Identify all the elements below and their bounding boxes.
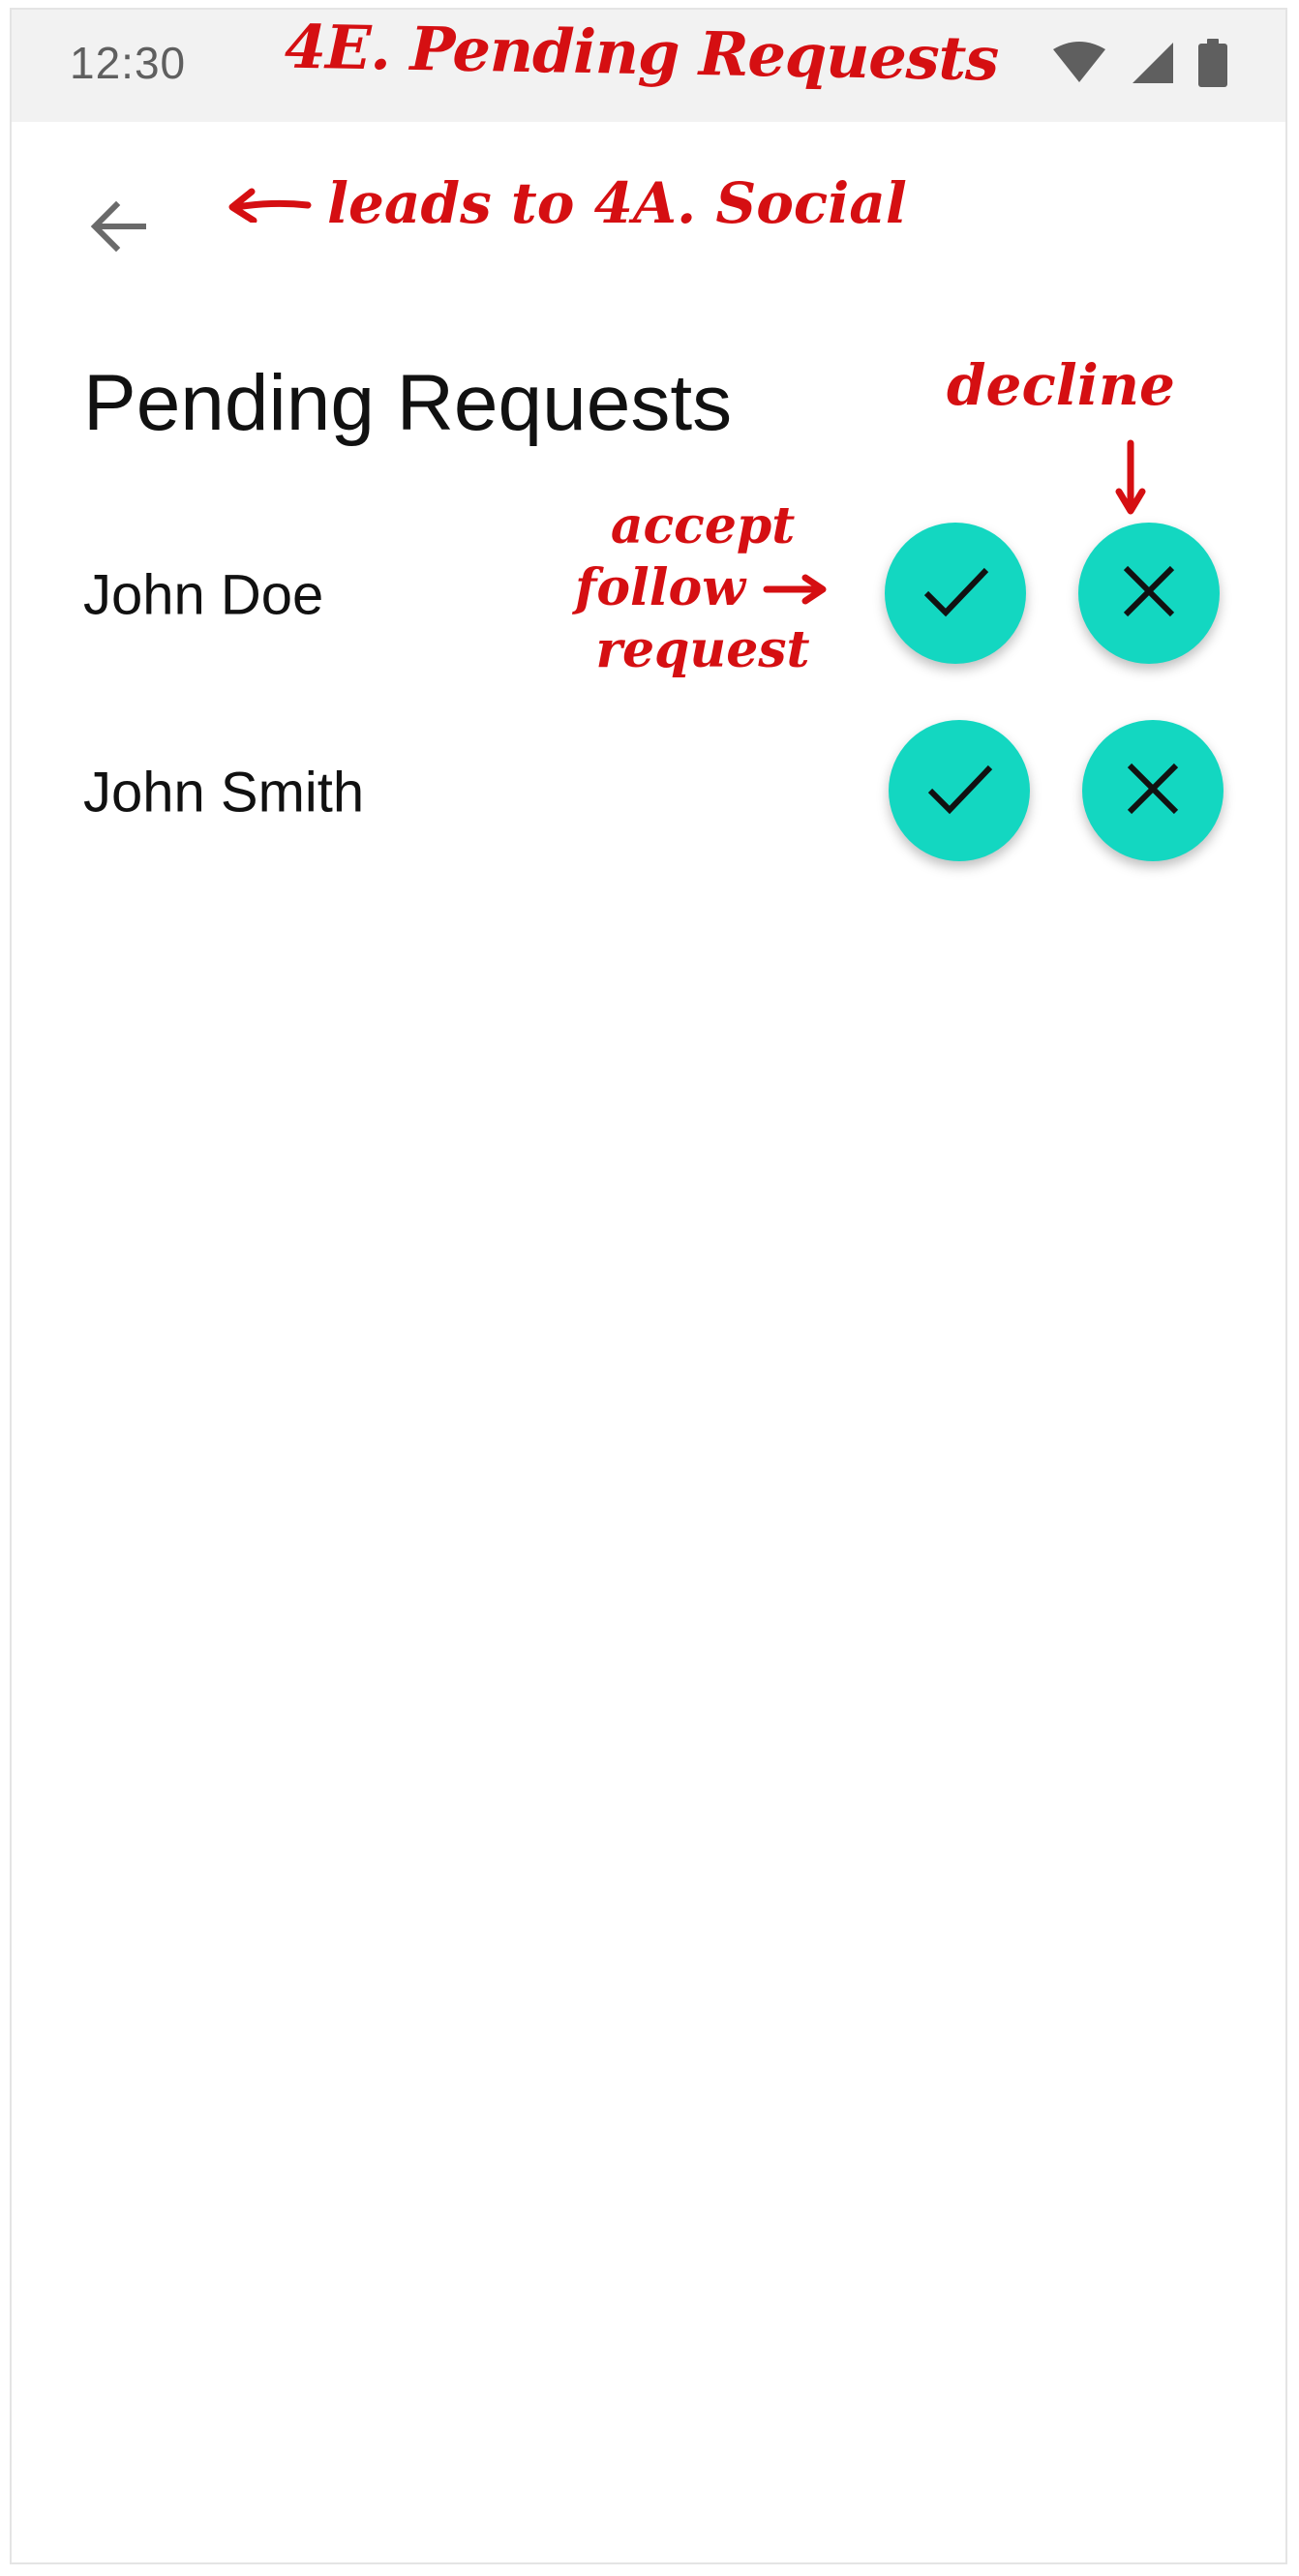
decline-button[interactable]	[1078, 523, 1220, 664]
request-row: John Smith	[12, 720, 1285, 865]
phone-screen: 12:30 4E. Pending Requests leads to 4A. …	[10, 8, 1287, 2564]
annotation-back-text: leads to 4A. Social	[327, 170, 907, 236]
accept-button[interactable]	[889, 720, 1030, 861]
check-icon	[917, 553, 994, 635]
decline-button[interactable]	[1082, 720, 1223, 861]
request-row: John Doe	[12, 523, 1285, 668]
annotation-screen-title: 4E. Pending Requests	[284, 11, 999, 95]
close-icon	[1120, 562, 1178, 625]
arrow-back-icon	[87, 195, 149, 262]
annotation-arrow-left-icon	[225, 170, 312, 236]
annotation-back: leads to 4A. Social	[225, 170, 907, 236]
status-time: 12:30	[70, 38, 187, 88]
battery-icon	[1198, 39, 1227, 92]
check-icon	[921, 750, 998, 832]
page-title: Pending Requests	[83, 359, 733, 447]
back-button[interactable]	[70, 180, 166, 277]
annotation-decline-text: decline	[947, 352, 1175, 418]
close-icon	[1124, 760, 1182, 823]
accept-button[interactable]	[885, 523, 1026, 664]
signal-icon	[1131, 41, 1175, 90]
wifi-icon	[1051, 42, 1107, 89]
annotation-decline: decline	[947, 352, 1175, 515]
requester-name: John Doe	[83, 563, 324, 627]
status-icons	[1051, 39, 1227, 92]
requester-name: John Smith	[83, 761, 365, 824]
annotation-arrow-down-icon	[1113, 439, 1148, 530]
